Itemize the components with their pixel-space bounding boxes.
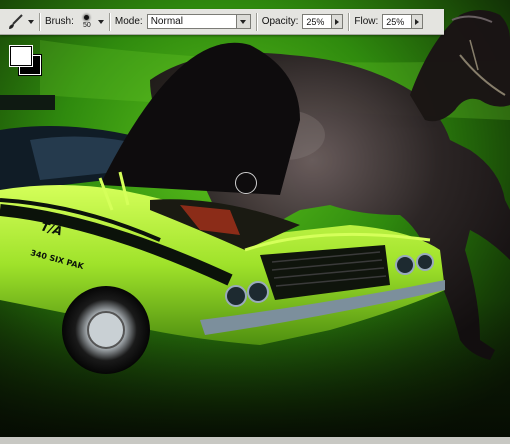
mode-value: Normal [150,16,183,27]
chevron-down-icon [28,19,34,24]
opacity-input[interactable]: 25% [302,14,333,29]
chevron-right-icon [415,18,420,25]
brush-picker[interactable]: 50 [80,14,94,30]
tool-options-bar: Brush: 50 Mode: Normal Opacity: 25% Flow… [0,9,444,35]
opacity-label: Opacity: [261,16,299,27]
flow-label: Flow: [354,16,379,27]
mode-label: Mode: [114,16,143,27]
tool-preset-picker[interactable] [5,13,34,31]
brush-label: Brush: [45,16,74,27]
flow-slider-button[interactable] [412,14,424,29]
chevron-right-icon [335,18,340,25]
brush-cursor [235,172,257,194]
mode-dropdown-button[interactable] [235,15,250,28]
brush-size: 50 [83,21,91,29]
color-swatches[interactable] [9,45,41,75]
mode-select[interactable]: Normal [146,14,251,29]
foreground-color-swatch[interactable] [10,46,32,66]
window-bottom-edge [0,437,510,444]
opacity-slider-button[interactable] [332,14,344,29]
brush-icon [9,13,23,29]
chevron-down-icon [240,19,247,24]
divider [108,12,110,31]
divider [39,12,40,31]
brush-picker-chevron-down-icon[interactable] [97,19,104,24]
flow-input[interactable]: 25% [382,14,413,29]
divider [255,12,257,31]
brush-tip-preview [84,14,90,20]
divider [348,12,350,31]
artwork-canvas[interactable]: T/A 340 SIX PAK [0,0,510,444]
